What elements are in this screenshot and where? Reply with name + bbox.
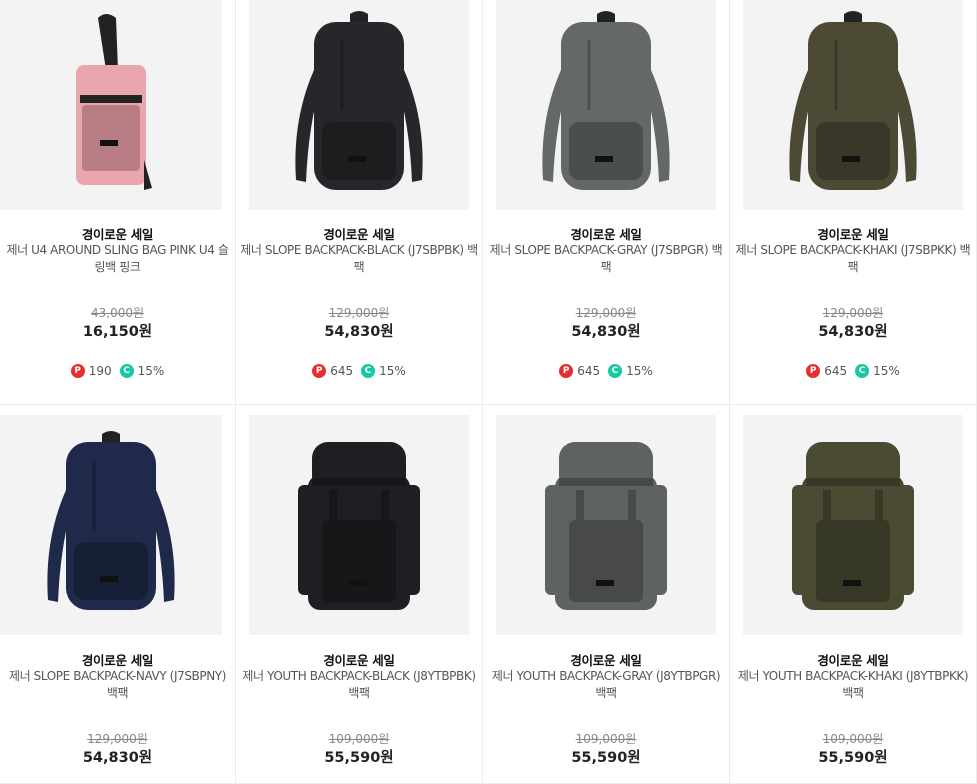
coupon-icon: C (855, 364, 870, 378)
sale-price: 55,590원 (571, 750, 641, 766)
product-image[interactable] (496, 415, 716, 635)
product-card[interactable]: 경이로운 세일 제너 SLOPE BACKPACK-BLACK (J7SBPBK)… (236, 0, 483, 405)
original-price: 43,000원 (90, 306, 145, 320)
product-name[interactable]: 제너 U4 AROUND SLING BAG PINK U4 슬링백 핑크 (2, 242, 233, 276)
reward-badges: P 645 C 15% (730, 364, 976, 378)
sale-tag: 경이로운 세일 (570, 653, 642, 668)
coupon-value: 15% (137, 364, 165, 378)
points-value: 645 (330, 364, 354, 378)
product-image[interactable] (743, 0, 963, 210)
product-card[interactable]: 경이로운 세일 제너 YOUTH BACKPACK-GRAY (J8YTBPGR)… (483, 405, 730, 784)
coupon-icon: C (361, 364, 376, 378)
product-name[interactable]: 제너 YOUTH BACKPACK-GRAY (J8YTBPGR) 백팩 (485, 668, 727, 702)
product-card[interactable]: 경이로운 세일 제너 YOUTH BACKPACK-BLACK (J8YTBPBK… (236, 405, 483, 784)
product-card[interactable]: 경이로운 세일 제너 YOUTH BACKPACK-KHAKI (J8YTBPKK… (730, 405, 977, 784)
points-value: 190 (88, 364, 112, 378)
product-image[interactable] (249, 415, 469, 635)
product-card[interactable]: 경이로운 세일 제너 SLOPE BACKPACK-GRAY (J7SBPGR) … (483, 0, 730, 405)
points-value: 645 (577, 364, 601, 378)
product-image[interactable] (0, 0, 222, 210)
points-icon: P (806, 364, 821, 378)
sale-price: 16,150원 (82, 324, 153, 340)
reward-badges: P 190 C 15% (0, 364, 235, 378)
coupon-value: 15% (873, 364, 900, 378)
sale-price: 54,830원 (571, 324, 641, 340)
original-price: 109,000원 (822, 732, 884, 746)
product-image[interactable] (496, 0, 716, 210)
sale-tag: 경이로운 세일 (817, 227, 889, 242)
coupon-icon: C (608, 364, 623, 378)
coupon-icon: C (119, 364, 134, 378)
sale-price: 54,830원 (818, 324, 888, 340)
points-icon: P (70, 364, 85, 378)
original-price: 129,000원 (328, 306, 390, 320)
points-icon: P (312, 364, 327, 378)
product-name[interactable]: 제너 SLOPE BACKPACK-BLACK (J7SBPBK) 백팩 (238, 242, 480, 276)
sale-tag: 경이로운 세일 (81, 227, 154, 242)
original-price: 129,000원 (87, 732, 148, 746)
product-name[interactable]: 제너 YOUTH BACKPACK-KHAKI (J8YTBPKK) 백팩 (732, 668, 974, 702)
product-name[interactable]: 제너 SLOPE BACKPACK-GRAY (J7SBPGR) 백팩 (485, 242, 727, 276)
product-image[interactable] (249, 0, 469, 210)
product-image[interactable] (743, 415, 963, 635)
sale-tag: 경이로운 세일 (570, 227, 642, 242)
sale-price: 55,590원 (818, 750, 888, 766)
coupon-value: 15% (626, 364, 653, 378)
reward-badges: P 645 C 15% (236, 364, 482, 378)
sale-tag: 경이로운 세일 (323, 653, 395, 668)
coupon-value: 15% (379, 364, 406, 378)
original-price: 109,000원 (575, 732, 637, 746)
product-grid: 경이로운 세일 제너 U4 AROUND SLING BAG PINK U4 슬링… (0, 0, 977, 784)
points-value: 645 (824, 364, 848, 378)
original-price: 109,000원 (328, 732, 390, 746)
sale-price: 55,590원 (324, 750, 394, 766)
sale-price: 54,830원 (324, 324, 394, 340)
product-image[interactable] (0, 415, 222, 635)
points-icon: P (559, 364, 574, 378)
sale-tag: 경이로운 세일 (81, 653, 154, 668)
product-name[interactable]: 제너 SLOPE BACKPACK-KHAKI (J7SBPKK) 백팩 (732, 242, 974, 276)
original-price: 129,000원 (822, 306, 884, 320)
product-name[interactable]: 제너 YOUTH BACKPACK-BLACK (J8YTBPBK) 백팩 (238, 668, 480, 702)
product-name[interactable]: 제너 SLOPE BACKPACK-NAVY (J7SBPNY) 백팩 (2, 668, 233, 702)
sale-price: 54,830원 (82, 750, 153, 766)
product-card[interactable]: 경이로운 세일 제너 SLOPE BACKPACK-NAVY (J7SBPNY) … (0, 405, 236, 784)
original-price: 129,000원 (575, 306, 637, 320)
product-card[interactable]: 경이로운 세일 제너 SLOPE BACKPACK-KHAKI (J7SBPKK)… (730, 0, 977, 405)
product-card[interactable]: 경이로운 세일 제너 U4 AROUND SLING BAG PINK U4 슬링… (0, 0, 236, 405)
sale-tag: 경이로운 세일 (817, 653, 889, 668)
reward-badges: P 645 C 15% (483, 364, 729, 378)
sale-tag: 경이로운 세일 (323, 227, 395, 242)
